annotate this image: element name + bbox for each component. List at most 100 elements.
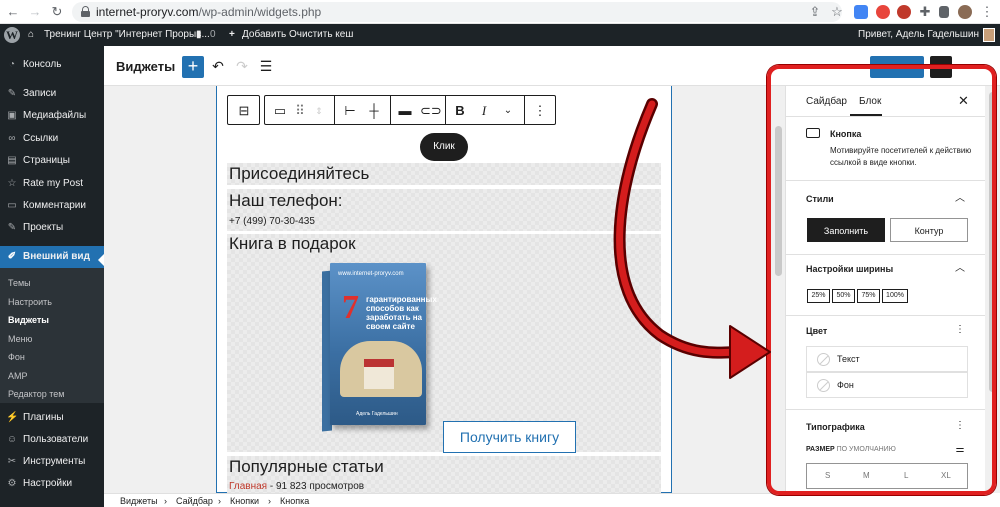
- book-number: 7: [342, 289, 359, 326]
- star-icon: ☆: [7, 178, 17, 189]
- book-front: www.internet-proryv.com 7 гарантированны…: [330, 263, 437, 425]
- submenu-menus[interactable]: Меню: [8, 334, 32, 344]
- shield-extension-icon[interactable]: [876, 5, 890, 19]
- parent-block-selector[interactable]: ⊟: [227, 95, 260, 125]
- sidebar-item-posts[interactable]: ✎ Записи: [0, 83, 104, 105]
- widget-book[interactable]: Книга в подарок: [227, 234, 661, 452]
- widget-popular-title: Популярные статьи: [229, 457, 384, 476]
- widget-popular-item: Главная - 91 823 просмотров: [229, 481, 365, 492]
- breadcrumb-separator-icon: ›: [164, 496, 167, 506]
- sidebar-item-rate-my-post[interactable]: ☆ Rate my Post: [0, 173, 104, 195]
- appearance-submenu: Темы Настроить Виджеты Меню Фон AMP Реда…: [0, 268, 104, 403]
- sidebar-item-appearance[interactable]: ✐ Внешний вид: [0, 246, 104, 268]
- get-book-button[interactable]: Получить книгу: [443, 421, 576, 453]
- plus-icon: +: [229, 29, 235, 40]
- breadcrumb-widgets[interactable]: Виджеты: [120, 496, 158, 506]
- widget-join-title: Присоединяйтесь: [229, 164, 370, 183]
- comments-icon[interactable]: ▮: [196, 29, 202, 40]
- italic-icon[interactable]: I: [476, 103, 492, 119]
- submenu-background[interactable]: Фон: [8, 352, 25, 362]
- sidebar-item-dashboard[interactable]: ◔ Консоль: [0, 54, 104, 76]
- greeting-text[interactable]: Привет, Адель Гадельшин: [858, 29, 979, 40]
- site-name-link[interactable]: Тренинг Центр "Интернет Прорыв...: [44, 29, 210, 40]
- sidebar-item-tools[interactable]: ✂ Инструменты: [0, 451, 104, 473]
- widget-phone-number: +7 (499) 70-30-435: [229, 216, 315, 227]
- widget-phone-title: Наш телефон:: [229, 191, 343, 210]
- clear-cache-link[interactable]: Очистить кеш: [289, 29, 353, 40]
- widget-phone[interactable]: Наш телефон: +7 (499) 70-30-435: [227, 189, 661, 231]
- submenu-theme-editor[interactable]: Редактор тем: [8, 389, 64, 399]
- widget-popular[interactable]: Популярные статьи Главная - 91 823 просм…: [227, 456, 661, 493]
- bookmark-star-icon[interactable]: ☆: [828, 3, 846, 21]
- forward-icon[interactable]: →: [26, 3, 44, 21]
- address-bar[interactable]: internet-proryv.com/wp-admin/widgets.php: [72, 2, 842, 22]
- sidebar-item-media[interactable]: ▣ Медиафайлы: [0, 105, 104, 127]
- submenu-customize[interactable]: Настроить: [8, 297, 52, 307]
- book-illustration: [340, 341, 422, 397]
- plugin-icon: ⚡: [6, 412, 19, 423]
- undo-icon[interactable]: ↶: [210, 58, 226, 74]
- download-icon[interactable]: [939, 6, 949, 18]
- sidebar-item-pages[interactable]: ▤ Страницы: [0, 150, 104, 172]
- browser-toolbar: ← → ↻ internet-proryv.com/wp-admin/widge…: [0, 0, 1000, 24]
- media-icon: ▣: [7, 110, 17, 121]
- book-author: Адель Гадельшин: [356, 411, 398, 417]
- settings-icon: ⚙: [7, 478, 17, 489]
- toolbar-group: ▭ ⠿ ⇕ ⊢ ┼ ▬ ⊂⊃ B I ⌄ ⋮: [264, 95, 556, 125]
- submenu-widgets[interactable]: Виджеты: [8, 315, 49, 325]
- extensions-puzzle-icon[interactable]: ✚: [916, 3, 934, 21]
- pin-icon: ✎: [7, 88, 17, 99]
- breadcrumb-separator-icon: ›: [218, 496, 221, 506]
- toolbar-divider: [445, 96, 446, 124]
- book-url-text: www.internet-proryv.com: [338, 271, 404, 277]
- pin-icon: ✎: [7, 222, 17, 233]
- justify-center-icon[interactable]: ┼: [366, 103, 382, 119]
- bold-icon[interactable]: B: [452, 103, 468, 119]
- link-icon[interactable]: ⊂⊃: [420, 103, 442, 119]
- admin-sidebar: ◔ Консоль ✎ Записи ▣ Медиафайлы ∞ Ссылки…: [0, 46, 104, 507]
- sidebar-item-plugins[interactable]: ⚡ Плагины: [0, 407, 104, 429]
- sidebar-item-links[interactable]: ∞ Ссылки: [0, 128, 104, 150]
- move-up-down-icon[interactable]: ⇕: [311, 103, 327, 119]
- sidebar-item-users[interactable]: ☺ Пользователи: [0, 429, 104, 451]
- link-icon: ∞: [8, 133, 16, 144]
- width-icon[interactable]: ▬: [397, 103, 413, 119]
- popular-link[interactable]: Главная: [229, 481, 267, 492]
- breadcrumb-buttons[interactable]: Кнопки: [230, 496, 259, 506]
- redo-icon[interactable]: ↷: [234, 58, 250, 74]
- user-avatar[interactable]: [983, 28, 995, 42]
- record-extension-icon[interactable]: [897, 5, 911, 19]
- list-view-icon[interactable]: ☰: [258, 58, 274, 74]
- wordpress-logo-icon[interactable]: W: [4, 27, 20, 43]
- block-breadcrumb: Виджеты › Сайдбар › Кнопки › Кнопка: [104, 493, 772, 507]
- breadcrumb-sidebar[interactable]: Сайдбар: [176, 496, 213, 506]
- options-kebab-icon[interactable]: ⋮: [532, 103, 548, 119]
- submenu-themes[interactable]: Темы: [8, 278, 31, 288]
- profile-avatar[interactable]: [958, 5, 972, 19]
- widget-join[interactable]: Присоединяйтесь: [227, 163, 661, 185]
- sidebar-item-projects[interactable]: ✎ Проекты: [0, 217, 104, 239]
- back-icon[interactable]: ←: [4, 3, 22, 21]
- wp-admin-bar: W ⌂ Тренинг Центр "Интернет Прорыв... ▮ …: [0, 24, 1000, 46]
- breadcrumb-button[interactable]: Кнопка: [280, 496, 309, 506]
- sidebar-item-comments[interactable]: ▭ Комментарии: [0, 195, 104, 217]
- add-new-link[interactable]: Добавить: [242, 29, 286, 40]
- sidebar-item-settings[interactable]: ⚙ Настройки: [0, 473, 104, 495]
- users-icon: ☺: [6, 434, 18, 445]
- drag-handle-icon[interactable]: ⠿: [292, 103, 308, 119]
- pages-icon: ▤: [7, 155, 17, 166]
- share-icon[interactable]: ⇪: [806, 3, 824, 21]
- submenu-amp[interactable]: AMP: [8, 371, 28, 381]
- more-formats-chevron-icon[interactable]: ⌄: [500, 103, 516, 119]
- button-block-icon[interactable]: ▭: [272, 103, 288, 119]
- add-block-button[interactable]: +: [182, 56, 204, 78]
- translate-icon[interactable]: [854, 5, 868, 19]
- comments-count[interactable]: 0: [210, 29, 216, 40]
- selected-button-block[interactable]: Клик: [420, 133, 468, 161]
- block-toolbar: ⊟ ▭ ⠿ ⇕ ⊢ ┼ ▬ ⊂⊃ B I ⌄ ⋮: [227, 95, 556, 125]
- url-text: internet-proryv.com/wp-admin/widgets.php: [96, 5, 322, 19]
- browser-menu-icon[interactable]: ⋮: [978, 3, 996, 21]
- justify-left-icon[interactable]: ⊢: [342, 103, 358, 119]
- reload-icon[interactable]: ↻: [48, 3, 66, 21]
- dashboard-icon: ◔: [8, 59, 16, 70]
